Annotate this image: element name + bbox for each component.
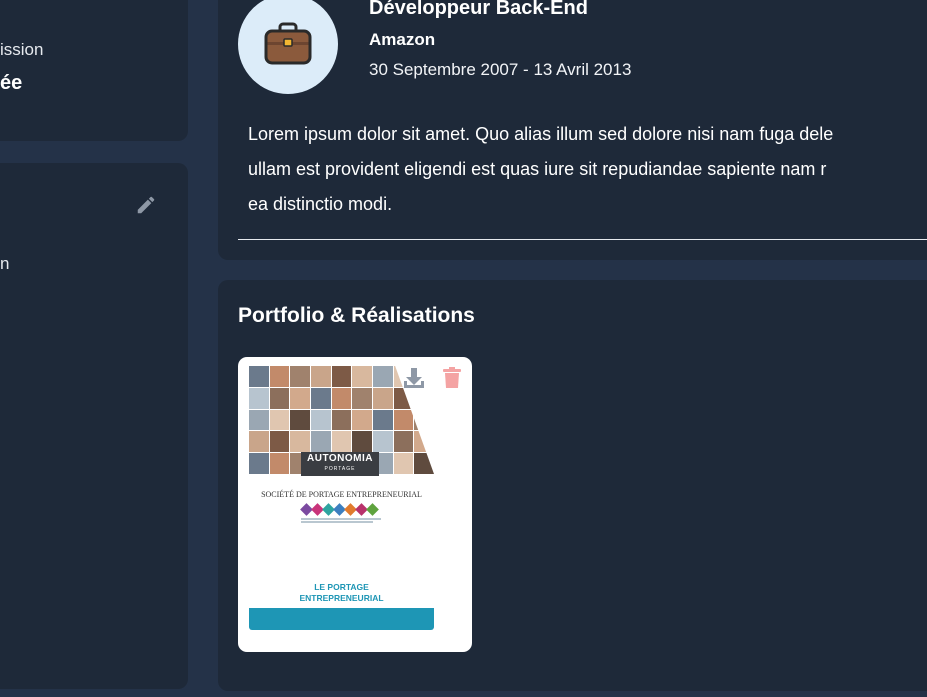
thumbnail-caption: LE PORTAGE ENTREPRENEURIAL [249,582,434,604]
collage-photo [290,431,310,453]
caption-line: ENTREPRENEURIAL [299,593,384,603]
collage-photo [352,431,372,453]
collage-photo [290,387,310,409]
edit-button[interactable] [133,192,159,218]
collage-photo [290,366,310,387]
diamond-row [299,503,385,517]
collage-photo [393,431,414,453]
collage-photo [352,366,372,387]
experience-dates: 30 Septembre 2007 - 13 Avril 2013 [369,60,632,79]
collage-photo [269,409,290,431]
collage-photo [331,387,352,409]
collage-photo [331,409,352,431]
collage-photo [269,431,290,453]
collage-photo [290,409,310,431]
collage-photo [331,431,352,453]
collage-photo [352,387,372,409]
brand-sub: PORTAGE [324,466,356,472]
brand-logo: AUTONOMIA PORTAGE [301,452,379,476]
collage-photo [249,366,269,387]
details-text: n [0,254,10,273]
experience-description: Lorem ipsum dolor sit amet. Quo alias il… [248,117,927,222]
collage-photo [393,387,414,409]
collage-photo [393,453,414,474]
portfolio-title: Portfolio & Réalisations [238,304,475,327]
portfolio-thumbnail: AUTONOMIA PORTAGE SOCIÉTÉ DE PORTAGE ENT… [249,366,434,631]
left-info-card [0,0,188,141]
collage-photo [269,453,290,474]
collage-photo [372,387,393,409]
collage-photo [310,431,331,453]
left-details-card [0,163,188,689]
page: ission ée n Développeur Back-End Amazon … [0,0,927,697]
description-line: ullam est provident eligendi est quas iu… [248,159,827,179]
collage-photo [249,453,269,474]
experience-title: Développeur Back-End [369,0,588,19]
collage-photo [414,453,434,474]
collage-photo [310,387,331,409]
collage-photo [249,387,269,409]
thumbnail-footer-bar [249,608,434,630]
collage-photo [414,409,434,431]
collage-photo [414,431,434,453]
collage-photo [269,366,290,387]
caption-line: LE PORTAGE [314,582,369,592]
divider [238,239,927,240]
briefcase-icon [264,22,312,65]
collage-photo [352,409,372,431]
brand-name: AUTONOMIA [307,453,373,464]
description-line: Lorem ipsum dolor sit amet. Quo alias il… [248,124,834,144]
collage-photo [249,409,269,431]
mission-value: ée [0,72,23,94]
pencil-icon [137,196,155,214]
collage-photo [269,387,290,409]
download-button[interactable] [403,366,425,390]
mission-label: ission [0,40,44,59]
collage-photo [414,387,434,409]
collage-photo [372,431,393,453]
trash-icon [443,367,461,388]
collage-photo [310,409,331,431]
collage-photo [310,366,331,387]
thumbnail-fine-print [301,518,381,524]
experience-company: Amazon [369,30,436,49]
download-icon [404,368,424,388]
thumbnail-subtitle: SOCIÉTÉ DE PORTAGE ENTREPRENEURIAL [261,490,422,499]
portfolio-item[interactable]: AUTONOMIA PORTAGE SOCIÉTÉ DE PORTAGE ENT… [238,357,472,652]
collage-photo [331,366,352,387]
delete-button[interactable] [442,366,462,390]
collage-photo [393,409,414,431]
collage-photo [372,366,393,387]
collage-photo [249,431,269,453]
collage-photo [372,409,393,431]
description-line: ea distinctio modi. [248,194,393,214]
